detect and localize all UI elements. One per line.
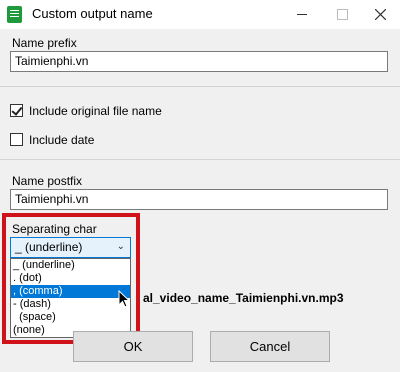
minimize-button[interactable] <box>282 0 322 29</box>
cancel-button[interactable]: Cancel <box>210 331 330 362</box>
include-original-checkbox[interactable] <box>10 104 23 117</box>
highlight-frame <box>2 213 140 344</box>
maximize-button[interactable] <box>322 0 362 29</box>
prefix-input[interactable]: Taimienphi.vn <box>10 51 388 72</box>
preview-filename: al_video_name_Taimienphi.vn.mp3 <box>143 291 344 305</box>
postfix-label: Name postfix <box>12 174 83 188</box>
include-original-label: Include original file name <box>29 104 162 118</box>
app-icon <box>7 6 22 23</box>
ok-button[interactable]: OK <box>73 331 193 362</box>
divider <box>0 159 400 160</box>
prefix-label: Name prefix <box>12 36 77 50</box>
postfix-input[interactable]: Taimienphi.vn <box>10 189 388 210</box>
include-date-checkbox[interactable] <box>10 133 23 146</box>
include-date-label: Include date <box>29 133 95 147</box>
divider <box>0 86 400 87</box>
close-button[interactable] <box>360 0 400 29</box>
title-bar: Custom output name <box>0 0 400 29</box>
window-title: Custom output name <box>32 6 153 21</box>
close-icon <box>374 9 386 20</box>
